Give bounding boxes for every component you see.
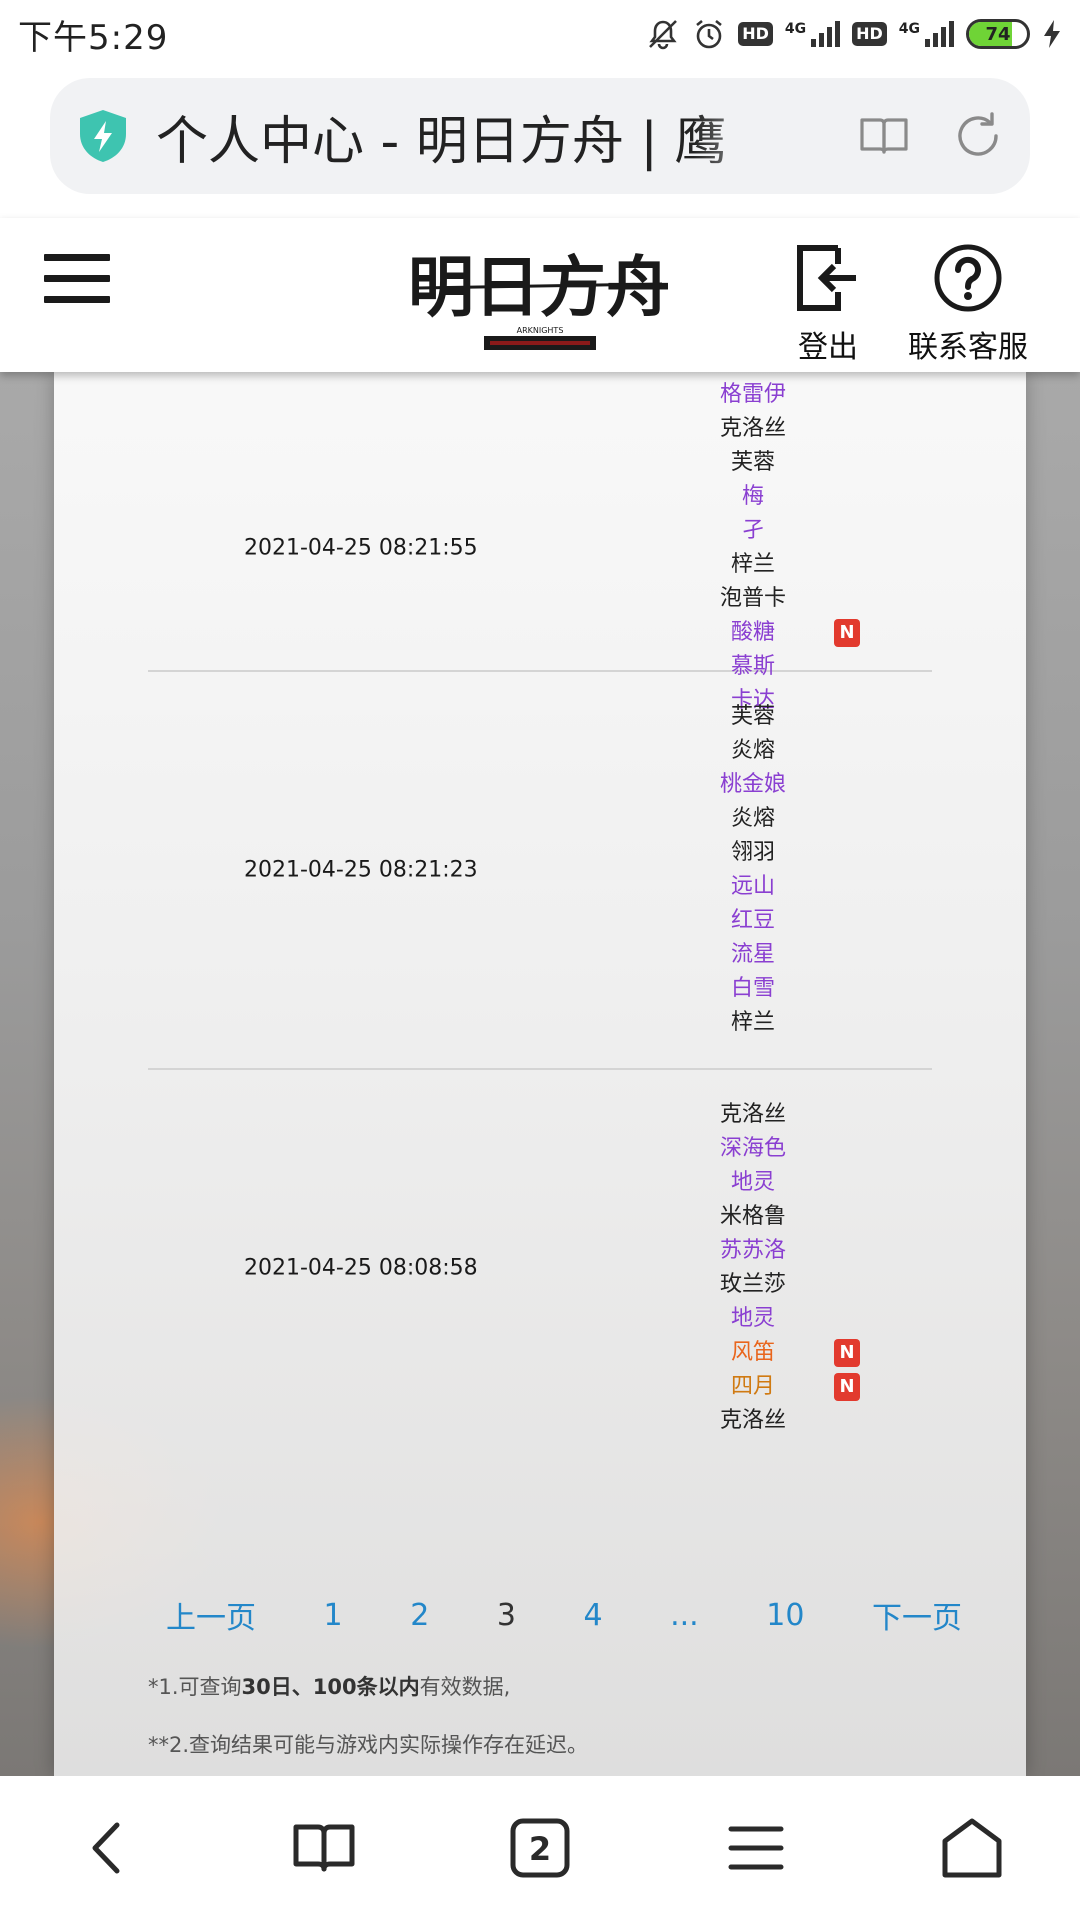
note-1: *1.可查询30日、100条以内有效数据, xyxy=(148,1658,588,1716)
operator-name: 芙蓉 xyxy=(730,450,775,475)
signal-icon: 4G xyxy=(784,21,841,47)
contact-support-button[interactable]: 联系客服 xyxy=(908,242,1028,366)
menu-button[interactable] xyxy=(44,254,110,308)
browser-bottom-nav: 2 xyxy=(0,1776,1080,1920)
battery-icon: 74 xyxy=(966,19,1030,49)
record-timestamp: 2021-04-25 08:21:55 xyxy=(244,535,478,561)
record-timestamp: 2021-04-25 08:08:58 xyxy=(244,1255,478,1281)
operator-name: 四月 N xyxy=(708,1370,860,1404)
help-circle-icon xyxy=(934,244,1002,312)
bookmarks-icon[interactable] xyxy=(289,1813,359,1883)
operator-name: 米格鲁 xyxy=(719,1204,786,1229)
recruitment-history-card: 2021-04-25 08:21:55 格雷伊 克洛丝 芙蓉梅孑梓兰 泡普卡 酸糖 N 慕斯卡… xyxy=(54,372,1026,1776)
network-label-2: 4G xyxy=(898,21,920,37)
operator-name: 孑 xyxy=(741,518,764,543)
operator-name: 酸糖 N xyxy=(708,616,860,650)
page-link-1[interactable]: 1 xyxy=(324,1598,343,1633)
refresh-icon[interactable] xyxy=(950,108,1006,164)
operator-name: 梅 xyxy=(741,484,764,509)
page-link-3-current: 3 xyxy=(496,1597,516,1633)
prev-page-link[interactable]: 上一页 xyxy=(166,1593,256,1637)
operator-name: 风笛 N xyxy=(708,1336,860,1370)
operator-name: 芙蓉 xyxy=(730,704,775,729)
page-link-4[interactable]: 4 xyxy=(583,1598,602,1633)
operator-name: 深海色 xyxy=(719,1136,786,1161)
logout-icon xyxy=(797,245,856,311)
operator-name: 红豆 xyxy=(730,908,775,933)
operator-name: 流星 xyxy=(730,942,775,967)
operator-name: 白雪 xyxy=(730,976,775,1001)
reader-mode-icon[interactable] xyxy=(856,108,912,164)
note-2: **2.查询结果可能与游戏内实际操作存在延迟。 xyxy=(148,1733,589,1757)
svg-text:2: 2 xyxy=(529,1830,551,1868)
home-icon[interactable] xyxy=(937,1813,1007,1883)
operator-name: 地灵 xyxy=(730,1170,775,1195)
record-operator-list: 芙蓉 炎熔 桃金娘 炎熔 翎羽 远山 红豆 流星 白雪 梓兰 xyxy=(708,700,798,1040)
site-header: 明日方舟 ARKNIGHTS 登出 联系客服 xyxy=(0,218,1080,372)
url-field[interactable]: 个人中心 - 明日方舟 | 鹰 xyxy=(50,78,1030,194)
recruit-record: 2021-04-25 08:21:23 芙蓉 炎熔 桃金娘 炎熔 翎羽 远山 红豆 流星 白雪 梓兰 xyxy=(148,672,932,1070)
operator-name: 地灵 xyxy=(730,1306,775,1331)
operator-name: 梓兰 xyxy=(730,1010,775,1035)
menu-line xyxy=(44,254,110,261)
status-bar: 下午5:29 HD 4G HD 4G 74 xyxy=(0,0,1080,68)
logout-label: 登出 xyxy=(798,330,858,365)
operator-name: 克洛丝 xyxy=(719,1408,786,1433)
new-badge: N xyxy=(834,1373,860,1401)
notes: *1.可查询30日、100条以内有效数据, **2.查询结果可能与游戏内实际操作… xyxy=(148,1658,588,1774)
note-1-prefix: *1.可查询 xyxy=(148,1675,242,1699)
alarm-icon xyxy=(696,19,722,49)
recruit-record: 2021-04-25 08:21:55 格雷伊 克洛丝 芙蓉梅孑梓兰 泡普卡 酸糖 N 慕斯卡… xyxy=(148,372,932,713)
operator-name: 格雷伊 xyxy=(719,382,786,407)
battery-level: 74 xyxy=(985,23,1011,45)
operator-name: 克洛丝 xyxy=(719,416,786,441)
new-badge: N xyxy=(834,1339,860,1367)
hd-badge: HD xyxy=(738,22,773,46)
menu-line xyxy=(44,296,110,303)
security-shield-icon xyxy=(80,110,126,162)
operator-name: 桃金娘 xyxy=(719,772,786,797)
mute-bell-icon xyxy=(649,20,678,50)
status-icons: HD 4G HD 4G 74 xyxy=(646,17,1062,51)
arknights-logo[interactable]: 明日方舟 ARKNIGHTS xyxy=(412,236,668,356)
operator-name: 玫兰莎 xyxy=(719,1272,786,1297)
tabs-icon[interactable]: 2 xyxy=(505,1813,575,1883)
network-label: 4G xyxy=(784,21,807,37)
operator-name: 克洛丝 xyxy=(719,1102,786,1127)
url-actions xyxy=(856,108,1006,164)
logo-subtext: ARKNIGHTS xyxy=(517,326,564,335)
new-badge: N xyxy=(834,619,860,647)
page-link-10[interactable]: 10 xyxy=(766,1598,804,1633)
charging-icon xyxy=(1044,20,1060,48)
recruit-record: 2021-04-25 08:08:58 克洛丝 深海色 地灵 米格鲁 苏苏洛 玫兰莎 地灵 风笛… xyxy=(148,1070,932,1468)
contact-support-label: 联系客服 xyxy=(908,330,1028,365)
record-operator-list: 克洛丝 深海色 地灵 米格鲁 苏苏洛 玫兰莎 地灵 风笛 N 四月 N 克洛丝 xyxy=(708,1098,860,1438)
pagination: 上一页 1 2 3 4 ... 10 下一页 xyxy=(166,1588,962,1642)
next-page-link[interactable]: 下一页 xyxy=(872,1593,962,1637)
operator-name: 远山 xyxy=(730,874,775,899)
signal-icon-2: 4G xyxy=(899,21,954,47)
status-time: 下午5:29 xyxy=(18,17,169,58)
browser-address-bar: 个人中心 - 明日方舟 | 鹰 xyxy=(0,68,1080,218)
operator-name: 泡普卡 xyxy=(719,586,786,611)
page-link-2[interactable]: 2 xyxy=(410,1598,429,1633)
operator-name: 翎羽 xyxy=(730,840,775,865)
operator-name: 炎熔 xyxy=(730,738,775,763)
note-1-bold: 30日、100条以内 xyxy=(241,1675,420,1699)
back-icon[interactable] xyxy=(73,1813,143,1883)
record-timestamp: 2021-04-25 08:21:23 xyxy=(244,857,478,883)
page-title-url[interactable]: 个人中心 - 明日方舟 | 鹰 xyxy=(156,99,796,174)
page-ellipsis[interactable]: ... xyxy=(670,1598,699,1633)
note-1-suffix: 有效数据, xyxy=(419,1675,511,1699)
operator-name: 炎熔 xyxy=(730,806,775,831)
operator-name: 梓兰 xyxy=(730,552,775,577)
menu-icon[interactable] xyxy=(721,1813,791,1883)
record-operator-list: 格雷伊 克洛丝 芙蓉梅孑梓兰 泡普卡 酸糖 N 慕斯 卡达 xyxy=(708,378,860,718)
hd-badge-2: HD xyxy=(852,22,887,46)
logout-button[interactable]: 登出 xyxy=(792,242,864,366)
logo-text: 明日方舟 xyxy=(412,248,668,326)
operator-name: 苏苏洛 xyxy=(719,1238,786,1263)
menu-line xyxy=(44,275,110,282)
